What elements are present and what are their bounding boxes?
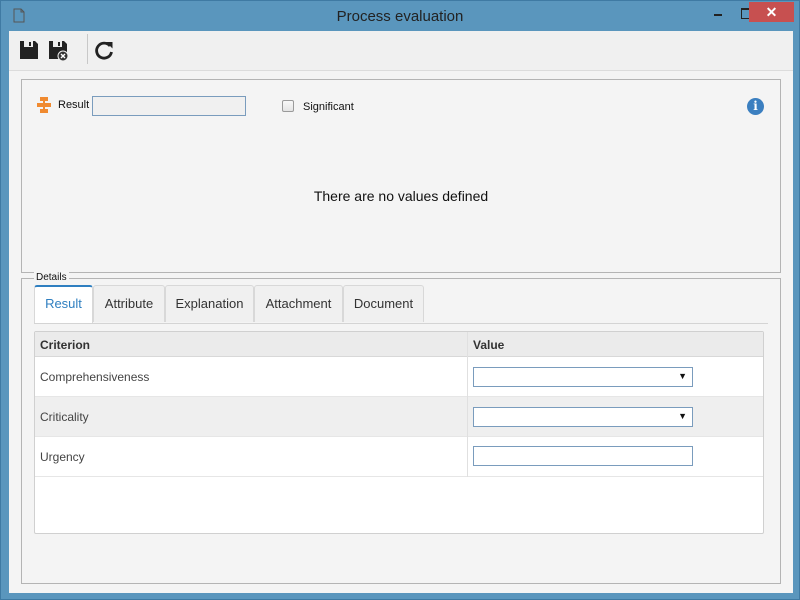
significant-checkbox[interactable] [282, 100, 294, 112]
criterion-label: Criticality [40, 410, 89, 424]
criterion-label: Urgency [40, 450, 85, 464]
close-icon[interactable]: ✕ [749, 2, 794, 22]
save-and-close-button[interactable] [47, 39, 69, 61]
result-field[interactable] [92, 96, 246, 116]
info-icon[interactable]: i [747, 98, 764, 115]
column-header-criterion[interactable]: Criterion [40, 338, 90, 352]
title-bar[interactable]: Process evaluation ✕ [1, 1, 799, 31]
criteria-grid: Criterion Value Comprehensiveness ▼ Crit… [34, 331, 764, 534]
column-header-value[interactable]: Value [473, 338, 504, 352]
urgency-input[interactable] [473, 446, 693, 466]
table-row: Comprehensiveness ▼ [35, 357, 763, 397]
column-divider [467, 332, 468, 477]
dropdown-arrow-icon[interactable]: ▼ [678, 411, 687, 421]
result-label: Result [58, 99, 90, 111]
criterion-label: Comprehensiveness [40, 370, 150, 384]
details-group: Details Result Attribute Explanation Att… [21, 272, 781, 584]
table-row: Criticality ▼ [35, 397, 763, 437]
toolbar [9, 31, 793, 71]
tab-attachment[interactable]: Attachment [254, 285, 343, 322]
refresh-icon [95, 41, 113, 60]
content-area: Result Significant i There are no values… [9, 71, 793, 593]
result-icon [37, 97, 51, 113]
floppy-disk-icon [20, 41, 38, 59]
tabs-divider [34, 323, 768, 324]
refresh-button[interactable] [93, 39, 115, 61]
empty-message: There are no values defined [313, 188, 489, 204]
process-evaluation-window: Process evaluation ✕ Result Significant … [0, 0, 800, 600]
floppy-disk-close-icon [49, 41, 69, 61]
comprehensiveness-select[interactable]: ▼ [473, 367, 693, 387]
client-area: Result Significant i There are no values… [9, 31, 793, 593]
details-legend: Details [34, 272, 69, 283]
tab-result[interactable]: Result [34, 285, 93, 323]
dropdown-arrow-icon[interactable]: ▼ [678, 371, 687, 381]
save-button[interactable] [18, 39, 40, 61]
tab-attribute[interactable]: Attribute [93, 285, 165, 322]
tab-explanation[interactable]: Explanation [165, 285, 254, 322]
window-title: Process evaluation [336, 8, 464, 25]
result-panel: Result Significant i There are no values… [21, 79, 781, 273]
grid-header: Criterion Value [35, 332, 763, 357]
table-row: Urgency [35, 437, 763, 477]
criticality-select[interactable]: ▼ [473, 407, 693, 427]
significant-label[interactable]: Significant [303, 101, 354, 113]
toolbar-separator [87, 34, 88, 64]
tab-document[interactable]: Document [343, 285, 424, 322]
